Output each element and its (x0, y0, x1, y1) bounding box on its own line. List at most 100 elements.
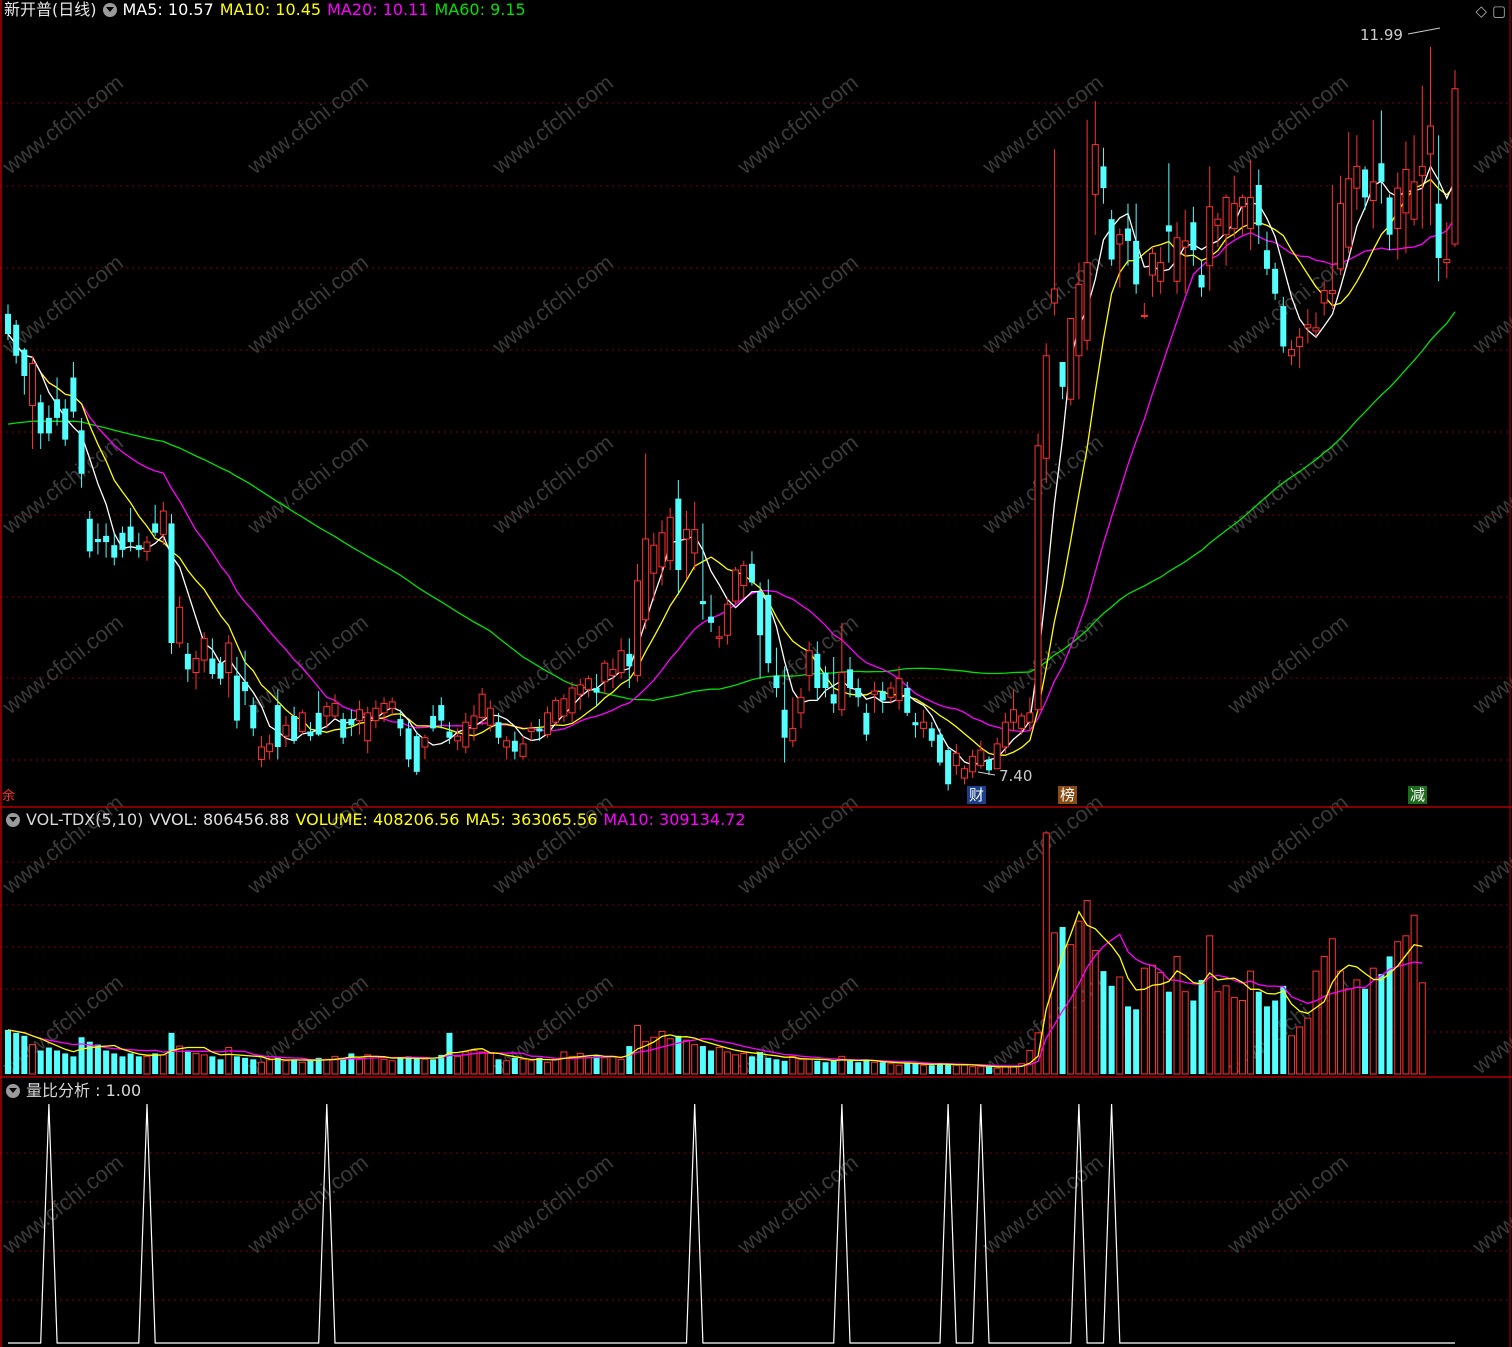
volume-bar (1418, 982, 1426, 1075)
candle-body (159, 510, 167, 535)
event-tag-ranking[interactable]: 榜 (1058, 786, 1078, 804)
vol-ma10-readout: MA10: 309134.72 (603, 810, 746, 829)
candle-body (805, 650, 813, 677)
event-tag-finance[interactable]: 财 (967, 786, 987, 804)
volume-bar (503, 1060, 511, 1075)
volume-bar (356, 1058, 364, 1075)
volume-bar (168, 1032, 175, 1074)
candle-body (380, 703, 388, 714)
volume-bar (699, 1046, 706, 1074)
volume-bar (37, 1050, 44, 1074)
volume-bar (1272, 1000, 1279, 1074)
candle-body (748, 563, 755, 583)
candle-body (242, 681, 249, 692)
candle-body (192, 658, 200, 673)
volume-bar (765, 1057, 772, 1074)
candle-body (1369, 181, 1377, 202)
volume-bar (152, 1053, 159, 1074)
ma20-readout: MA20: 10.11 (327, 0, 429, 19)
candle-body (1140, 314, 1148, 317)
dropdown-icon[interactable] (6, 813, 20, 827)
candle-body (86, 518, 93, 552)
volume-bar (969, 1066, 977, 1075)
candle-body (1320, 290, 1328, 304)
volume-bar (291, 1059, 298, 1074)
candle-body (478, 693, 486, 719)
candle-body (781, 709, 788, 738)
volume-bar (601, 1057, 609, 1075)
candle-body (454, 735, 462, 742)
candle-body (168, 523, 175, 643)
candle-body (920, 721, 928, 729)
dropdown-icon[interactable] (102, 3, 117, 17)
volume-bar (242, 1057, 249, 1074)
candle-body (1443, 259, 1451, 264)
candle-body (1190, 222, 1197, 251)
volume-bar (1312, 970, 1320, 1075)
candle-body (847, 669, 854, 689)
candle-body (986, 759, 992, 771)
kline-chart[interactable]: www.cfchi.com www.cfchi.com www.cfchi.com w… (0, 0, 1512, 1347)
candle-body (887, 687, 895, 698)
volume-bar (544, 1061, 552, 1075)
volume-bar (626, 1046, 633, 1074)
event-tag-reduce[interactable]: 减 (1408, 786, 1428, 804)
candle-body (977, 749, 985, 767)
volume-bar (454, 1055, 462, 1075)
candle-body (773, 675, 780, 689)
volume-bar (511, 1057, 518, 1074)
candle-body (1165, 225, 1172, 232)
volume-bar (372, 1055, 380, 1075)
candle-body (1337, 203, 1345, 270)
candle-body (675, 498, 682, 571)
candle-body (519, 743, 527, 757)
candle-body (560, 698, 568, 717)
volume-bar (1247, 970, 1255, 1075)
candle-body (617, 650, 625, 673)
volume-bar (29, 1044, 37, 1075)
ratio-indicator-label[interactable]: 量比分析 : 1.00 (26, 1081, 141, 1100)
candle-body (103, 535, 110, 543)
candle-body (282, 724, 290, 737)
volume-bar (789, 1055, 797, 1075)
candle-body (21, 349, 28, 376)
volume-bar (274, 1057, 281, 1074)
candle-body (78, 430, 85, 474)
window-control-icons[interactable]: ◇ ▢ (1476, 2, 1506, 20)
candle-body (568, 687, 576, 714)
volume-bar (895, 1064, 903, 1075)
candle-body (708, 616, 715, 623)
volume-bar (928, 1065, 935, 1074)
volume-bar (1050, 932, 1058, 1075)
volume-bar (45, 1047, 52, 1074)
volume-bar (527, 1060, 535, 1075)
candle-body (70, 377, 77, 412)
vvol-readout: VVOL: 806456.88 (149, 810, 290, 829)
volume-bar (757, 1051, 764, 1074)
min-price-marker: 7.40 (999, 767, 1033, 785)
volume-bar (1394, 941, 1402, 1075)
volume-bar (54, 1050, 61, 1074)
stock-name[interactable]: 新开普(日线) (4, 0, 97, 19)
vol-ma5-readout: MA5: 363065.56 (465, 810, 598, 829)
dropdown-icon[interactable] (6, 1084, 20, 1098)
candle-body (789, 727, 797, 742)
ma10-readout: MA10: 10.45 (219, 0, 322, 19)
candle-body (1353, 165, 1361, 189)
vol-indicator-name[interactable]: VOL-TDX(5,10) (26, 810, 143, 829)
volume-bar (405, 1056, 412, 1074)
candle-body (298, 712, 306, 732)
candle-body (683, 529, 691, 540)
candle-body (356, 709, 364, 722)
candle-body (486, 707, 494, 726)
volume-bar (257, 1061, 265, 1075)
candle-body (307, 731, 314, 737)
volume-bar (1369, 967, 1377, 1075)
candle-body (1067, 318, 1075, 400)
candle-body (176, 606, 184, 644)
volume-bar (413, 1057, 420, 1074)
volume-bar (103, 1050, 110, 1074)
volume-bar (773, 1059, 780, 1074)
volume-bar (847, 1060, 854, 1074)
volume-bar (478, 1051, 486, 1075)
